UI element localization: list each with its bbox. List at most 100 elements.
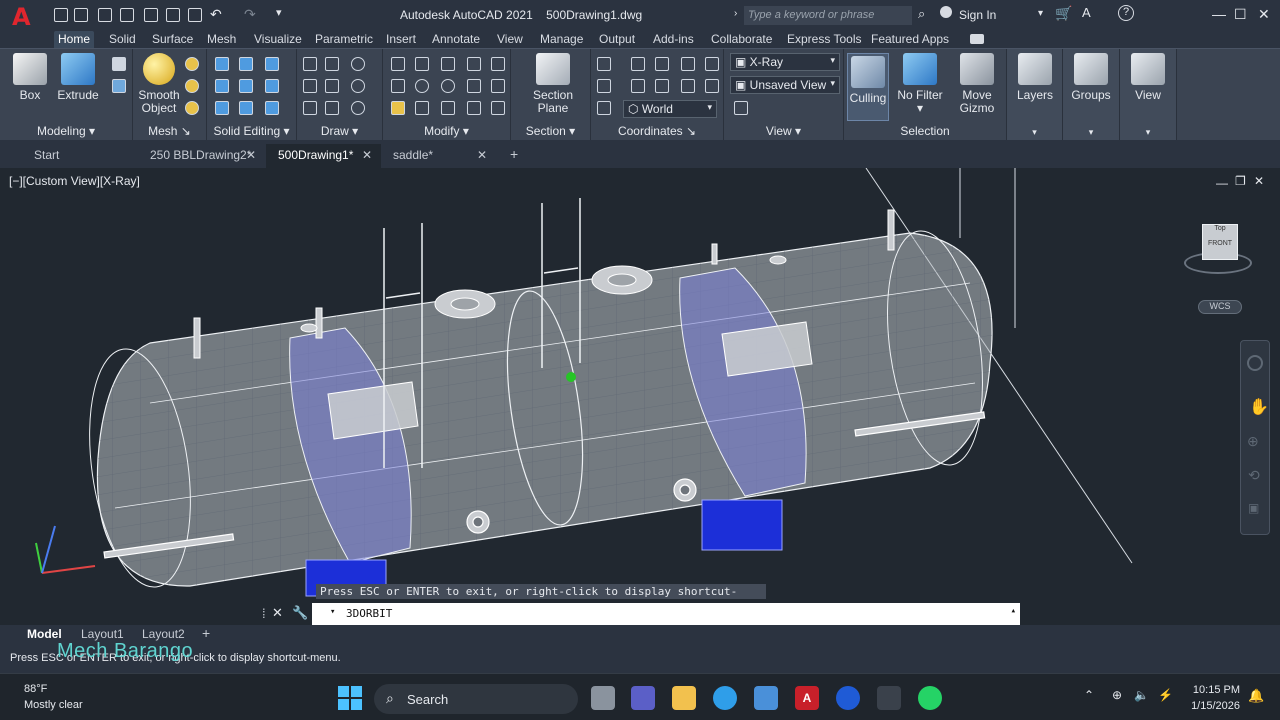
view-panel-label[interactable]: View ▾ — [724, 124, 843, 138]
tab-parametric[interactable]: Parametric — [311, 31, 377, 48]
copy-icon[interactable] — [391, 79, 405, 93]
ellipse-icon[interactable] — [351, 101, 365, 115]
tab-annotate[interactable]: Annotate — [428, 31, 484, 48]
ucs-zaxis-icon[interactable] — [655, 79, 669, 93]
new-icon[interactable] — [54, 8, 68, 22]
help-icon[interactable]: ? — [1118, 5, 1134, 21]
zoom-extents-icon[interactable]: ⊕ — [1247, 433, 1259, 450]
save-as-icon[interactable] — [120, 8, 134, 22]
section-plane-button[interactable]: Section Plane — [531, 53, 575, 115]
interfere-icon[interactable] — [215, 79, 229, 93]
maximize-icon[interactable]: ☐ — [1234, 6, 1247, 23]
offset-icon[interactable] — [467, 101, 481, 115]
close-tab-icon[interactable]: ✕ — [246, 144, 256, 166]
whatsapp-icon[interactable] — [918, 686, 942, 710]
3d-rotate-icon[interactable] — [415, 79, 429, 93]
save-icon[interactable] — [98, 8, 112, 22]
command-close-icon[interactable]: ✕ — [272, 605, 283, 621]
solid-op-icon[interactable] — [112, 79, 126, 93]
minimize-icon[interactable]: — — [1212, 6, 1226, 22]
subtract-icon[interactable] — [239, 57, 253, 71]
fillet-icon[interactable] — [491, 79, 505, 93]
open-icon[interactable] — [74, 8, 88, 22]
edit-icon[interactable] — [391, 101, 405, 115]
box-button[interactable]: Box — [10, 53, 50, 102]
ucs-origin-icon[interactable] — [631, 79, 645, 93]
command-expand-icon[interactable]: ▴ — [1011, 606, 1016, 616]
slice-icon[interactable] — [239, 79, 253, 93]
tab-add-ins[interactable]: Add-ins — [649, 31, 698, 48]
refine-mesh-icon[interactable] — [185, 101, 199, 115]
tab-home[interactable]: Home — [54, 31, 95, 48]
viewcube[interactable]: Top FRONT — [1178, 208, 1260, 288]
wcs-menu[interactable]: WCS — [1198, 300, 1242, 314]
command-customize-icon[interactable]: 🔧 — [292, 605, 308, 621]
trim-icon[interactable] — [491, 57, 505, 71]
draw-panel-label[interactable]: Draw ▾ — [297, 124, 382, 138]
viewcube-front-face[interactable]: Top FRONT — [1202, 224, 1238, 260]
web-mobile-icon[interactable] — [144, 8, 158, 22]
groups-button[interactable]: Groups — [1069, 53, 1113, 102]
tab-output[interactable]: Output — [595, 31, 639, 48]
qat-menu-icon[interactable]: ▾ — [276, 6, 282, 19]
union-icon[interactable] — [215, 57, 229, 71]
close-tab-icon[interactable]: ✕ — [477, 144, 487, 166]
tab-solid[interactable]: Solid — [105, 31, 140, 48]
orbit-icon[interactable]: ⟲ — [1248, 467, 1260, 484]
polygon-icon[interactable] — [303, 101, 317, 115]
move-icon[interactable] — [391, 57, 405, 71]
close-tab-icon[interactable]: ✕ — [362, 144, 372, 166]
viewport-config-icon[interactable] — [734, 101, 748, 115]
tab-collaborate[interactable]: Collaborate — [707, 31, 776, 48]
steering-wheel-icon[interactable] — [1247, 355, 1263, 371]
3d-scale-icon[interactable] — [415, 101, 429, 115]
file-tab-500drawing[interactable]: 500Drawing1* ✕ — [266, 144, 381, 168]
separate-icon[interactable] — [239, 101, 253, 115]
ucs-view-icon[interactable] — [597, 79, 611, 93]
autocad-taskbar-icon[interactable]: A — [795, 686, 819, 710]
plot-icon[interactable] — [166, 8, 180, 22]
edge-icon[interactable] — [713, 686, 737, 710]
rotate-arrow-icon[interactable] — [441, 79, 455, 93]
notification-icon[interactable]: 🔔 — [1248, 688, 1264, 704]
show-hidden-icons-icon[interactable]: ⌃ — [1084, 688, 1094, 702]
smooth-more-icon[interactable] — [185, 57, 199, 71]
command-grip-icon[interactable]: ⁞ — [262, 606, 266, 621]
smooth-object-button[interactable]: Smooth Object — [137, 53, 181, 115]
thicken-icon[interactable] — [265, 79, 279, 93]
undo-icon[interactable]: ↶ — [210, 6, 222, 23]
tab-view[interactable]: View — [493, 31, 527, 48]
sign-in-link[interactable]: Sign In — [959, 8, 996, 22]
coordinates-panel-label[interactable]: Coordinates ↘ — [591, 124, 723, 138]
task-view-icon[interactable] — [591, 686, 615, 710]
ucs-object-icon[interactable] — [705, 79, 719, 93]
ucs-world-icon[interactable] — [631, 57, 645, 71]
taskbar-search[interactable]: ⌕ Search — [374, 684, 578, 714]
autocad-logo-icon[interactable]: A — [12, 5, 31, 29]
modify-panel-label[interactable]: Modify ▾ — [383, 124, 510, 138]
search-icon[interactable]: ⌕ — [918, 6, 925, 22]
line-icon[interactable] — [325, 57, 339, 71]
tab-manage[interactable]: Manage — [536, 31, 587, 48]
add-layout-icon[interactable]: + — [202, 625, 210, 641]
clock-time[interactable]: 10:15 PM — [1192, 684, 1240, 696]
extract-edges-icon[interactable] — [215, 101, 229, 115]
view-expand-icon[interactable]: ▾ — [1120, 127, 1176, 138]
new-tab-icon[interactable]: + — [510, 146, 518, 162]
volume-icon[interactable]: 🔈 — [1134, 688, 1149, 702]
tab-visualize[interactable]: Visualize — [250, 31, 306, 48]
rectangle-icon[interactable] — [325, 101, 339, 115]
circle-icon[interactable] — [351, 79, 365, 93]
windows-start-icon[interactable] — [338, 686, 362, 710]
microsoft-store-icon[interactable] — [754, 686, 778, 710]
command-line-input[interactable]: ▾ 3DORBIT ▴ — [312, 603, 1020, 625]
battery-icon[interactable]: ⚡ — [1158, 688, 1173, 702]
tab-layout1[interactable]: Layout1 — [81, 627, 124, 641]
weather-condition[interactable]: Mostly clear — [24, 699, 83, 711]
tab-express-tools[interactable]: Express Tools — [783, 31, 865, 48]
tab-layout2[interactable]: Layout2 — [142, 627, 185, 641]
spline-icon[interactable] — [303, 79, 317, 93]
file-explorer-icon[interactable] — [672, 686, 696, 710]
layers-expand-icon[interactable]: ▾ — [1007, 127, 1062, 138]
drawing-viewport[interactable]: [−][Custom View][X-Ray] — ❐ ✕ Top FRONT … — [0, 168, 1280, 625]
